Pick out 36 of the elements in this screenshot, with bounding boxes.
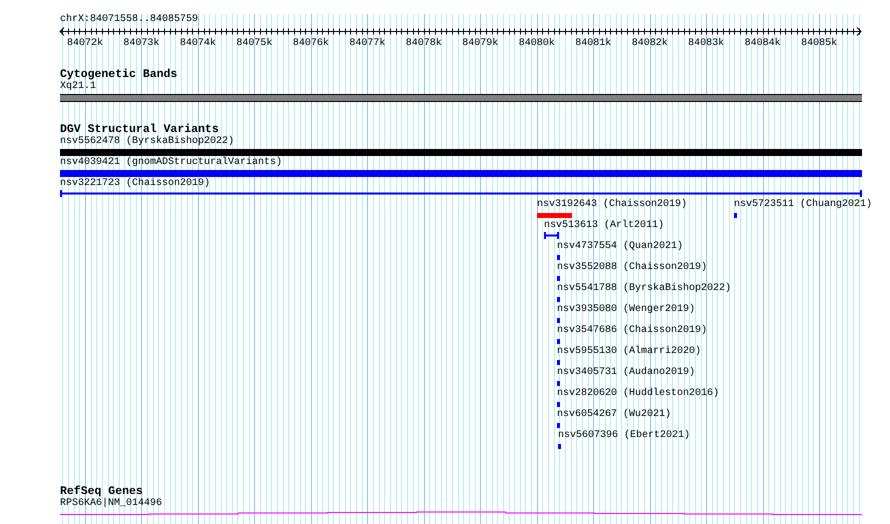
track-title: RefSeq Genes: [60, 485, 143, 498]
tick-label: 84077k: [349, 38, 386, 49]
variant-label: nsv3192643 (Chaisson2019): [537, 199, 688, 211]
tick-label: 84081k: [575, 38, 612, 49]
variant-label: nsv6054267 (Wu2021): [557, 409, 672, 421]
variant-label: nsv5723511 (Chuang2021): [734, 199, 872, 211]
track-title: DGV Structural Variants: [60, 123, 219, 136]
tick-label: 84074k: [180, 38, 216, 49]
variant-label: nsv513613 (Arlt2011): [544, 220, 664, 232]
band-label: Xq21.1: [60, 81, 96, 93]
variant-label: nsv4039421 (gnomADStructuralVariants): [60, 157, 282, 169]
tick-label: 84072k: [66, 38, 103, 49]
tick-label: 84085k: [801, 38, 838, 49]
variant-label: nsv2820620 (Huddleston2016): [557, 388, 720, 400]
variant-label: nsv3552088 (Chaisson2019): [557, 262, 708, 274]
variant-label: nsv5955130 (Almarri2020): [557, 346, 702, 358]
tick-label: 84076k: [292, 38, 329, 49]
tick-label: 84075k: [236, 38, 272, 49]
variant-label: nsv3405731 (Audano2019): [557, 367, 696, 379]
tick-label: 84080k: [518, 38, 555, 49]
tick-label: 84078k: [406, 38, 442, 49]
tick-label: 84082k: [632, 38, 668, 49]
range-label: chrX:84071558..84085759: [60, 14, 200, 26]
track-title: Cytogenetic Bands: [60, 68, 178, 81]
variant-label: nsv3221723 (Chaisson2019): [60, 178, 210, 190]
tick-label: 84079k: [462, 38, 498, 49]
variant-label: nsv4737554 (Quan2021): [557, 241, 684, 253]
variant-label: nsv5541788 (ByrskaBishop2022): [557, 283, 732, 295]
tick-label: 84073k: [123, 38, 160, 49]
variant-label: nsv3935080 (Wenger2019): [557, 304, 696, 316]
tick-label: 84084k: [744, 38, 781, 49]
gene-label: RPS6KA6|NM_014496: [60, 498, 162, 510]
variant-label: nsv3547686 (Chaisson2019): [557, 325, 708, 337]
variant-label: nsv5607396 (Ebert2021): [558, 430, 690, 442]
tick-label: 84083k: [688, 38, 724, 49]
variant-label: nsv5562478 (ByrskaBishop2022): [60, 136, 234, 148]
